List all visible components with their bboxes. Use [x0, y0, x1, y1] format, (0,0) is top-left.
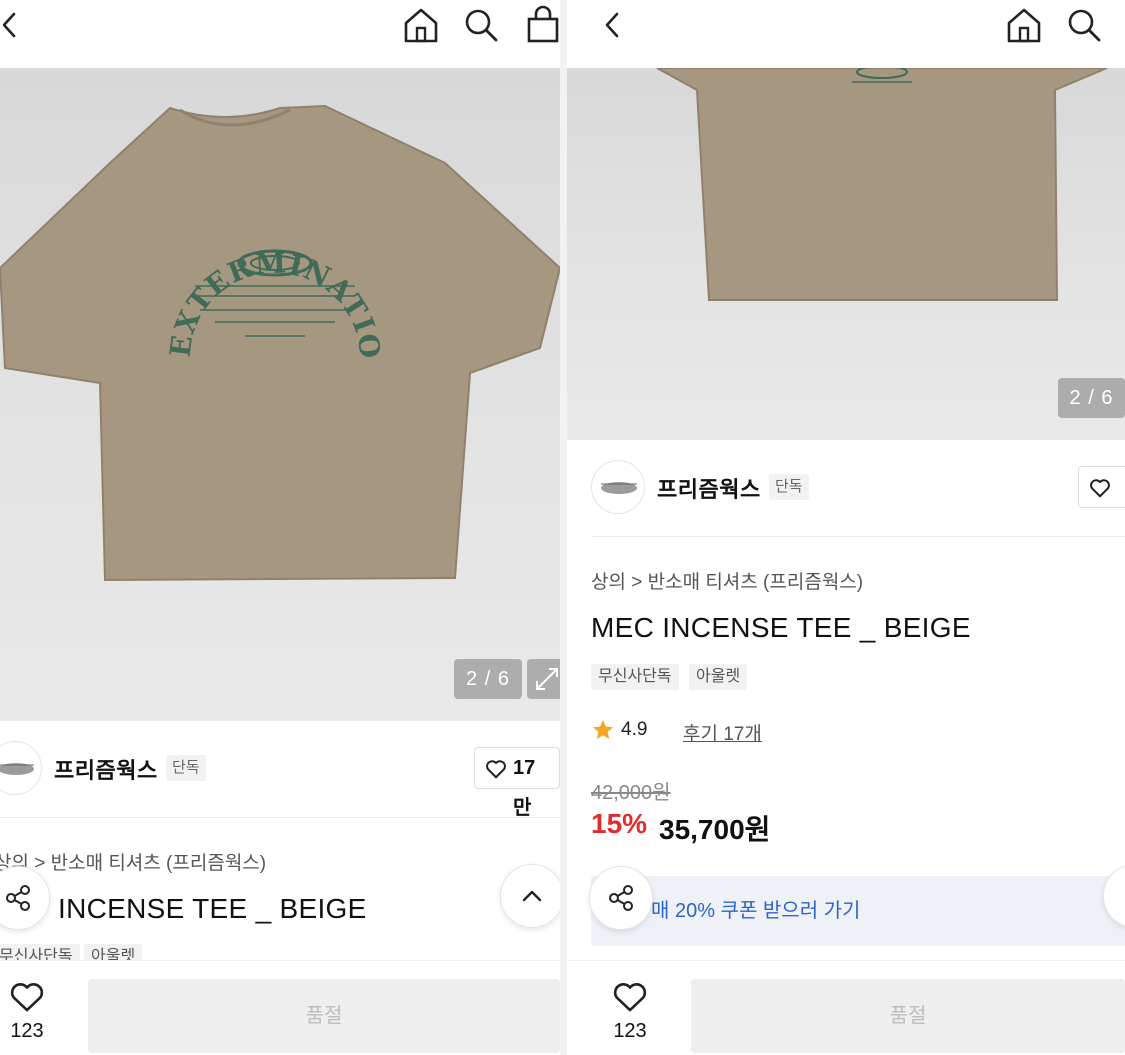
- image-counter: 2 / 6: [1058, 378, 1125, 418]
- brand-name[interactable]: 프리즘웍스: [657, 472, 761, 504]
- wish-count: 123: [613, 1020, 647, 1042]
- heart-icon: [613, 983, 647, 1012]
- image-counter: 2 / 6: [454, 659, 522, 699]
- home-icon[interactable]: [1003, 4, 1045, 46]
- brand-row: 프리즘웍스 단독: [567, 440, 1125, 536]
- share-icon: [6, 885, 30, 911]
- heart-icon: [1090, 479, 1110, 498]
- chevron-up-icon: [522, 890, 542, 902]
- soldout-button[interactable]: 품절: [88, 979, 560, 1053]
- brand-row: 프리즘웍스 단독 17만: [0, 721, 560, 819]
- breadcrumb[interactable]: 상의 > 반소매 티셔츠 (프리즘웍스): [0, 848, 266, 875]
- brand-like-count: 17만: [513, 757, 536, 819]
- tag-outlet: 아울렛: [689, 664, 748, 690]
- top-header: [567, 0, 1125, 68]
- brand-logo[interactable]: [0, 741, 42, 795]
- heart-icon: [486, 760, 506, 779]
- exclusive-badge: 단독: [166, 755, 206, 781]
- soldout-button[interactable]: 품절: [691, 979, 1125, 1053]
- heart-icon: [10, 983, 44, 1012]
- wish-button[interactable]: 123: [600, 981, 660, 1043]
- tshirt-image: EXTERMINATION: [0, 68, 560, 582]
- product-title: INCENSE TEE _ BEIGE: [58, 893, 367, 924]
- product-title: MEC INCENSE TEE _ BEIGE: [591, 612, 971, 643]
- wish-button[interactable]: 123: [0, 981, 57, 1043]
- panel-divider: [560, 0, 567, 1055]
- coupon-banner[interactable]: 매 20% 쿠폰 받으러 가기: [591, 876, 1125, 946]
- brand-logo[interactable]: [591, 460, 645, 514]
- search-icon[interactable]: [460, 4, 502, 46]
- left-screen: EXTERMINATION 2 / 6 프리즘웍스 단독: [0, 0, 560, 1055]
- home-icon[interactable]: [400, 4, 442, 46]
- share-button[interactable]: [0, 866, 50, 930]
- breadcrumb[interactable]: 상의 > 반소매 티셔츠 (프리즘웍스): [591, 567, 863, 594]
- divider: [591, 536, 1125, 537]
- tshirt-image: [656, 68, 1108, 301]
- share-icon: [609, 885, 633, 911]
- brand-name[interactable]: 프리즘웍스: [54, 753, 158, 785]
- top-header: [0, 0, 560, 68]
- scroll-top-button[interactable]: [500, 864, 560, 928]
- bottom-action-bar: 123 품절: [0, 960, 560, 1055]
- brand-like-button[interactable]: [1078, 466, 1125, 508]
- expand-icon: [536, 668, 558, 690]
- expand-button[interactable]: [527, 659, 560, 699]
- tag-musinsa-exclusive: 무신사단독: [591, 664, 679, 690]
- discount-rate: 15%: [591, 808, 648, 839]
- product-image[interactable]: EXTERMINATION 2 / 6: [0, 68, 560, 721]
- back-icon[interactable]: [597, 8, 627, 42]
- exclusive-badge: 단독: [769, 474, 809, 500]
- rating-score: 4.9: [621, 719, 648, 740]
- divider: [0, 817, 560, 818]
- bag-icon[interactable]: [522, 4, 560, 46]
- original-price: 42,000원: [591, 782, 671, 804]
- back-icon[interactable]: [0, 8, 24, 42]
- review-link[interactable]: 후기 17개: [683, 719, 762, 746]
- right-screen: 2 / 6 프리즘웍스 단독 상의 > 반소매 티셔츠 (프리즘웍스) MEC …: [567, 0, 1125, 1055]
- sale-price: 35,700원: [659, 814, 771, 845]
- brand-like-button[interactable]: 17만: [474, 747, 560, 819]
- bottom-action-bar: 123 품절: [567, 960, 1125, 1055]
- wish-count: 123: [10, 1020, 44, 1042]
- star-icon: [593, 720, 613, 739]
- share-button[interactable]: [589, 866, 653, 930]
- product-image[interactable]: 2 / 6: [567, 68, 1125, 440]
- search-icon[interactable]: [1063, 4, 1105, 46]
